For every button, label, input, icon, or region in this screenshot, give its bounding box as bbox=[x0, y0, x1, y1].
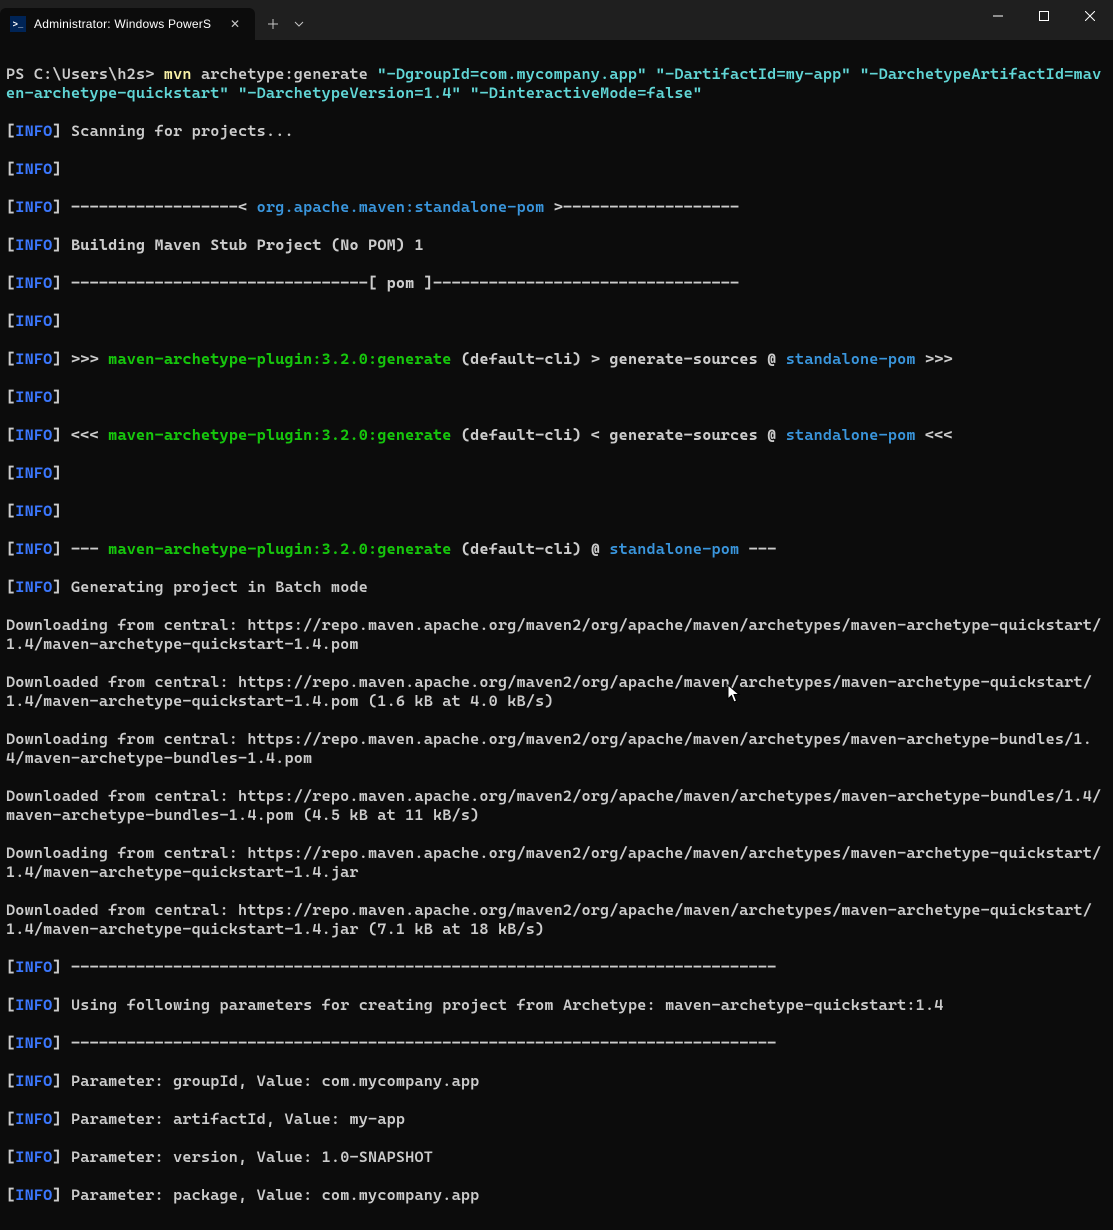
output-line: [INFO] >>> maven-archetype-plugin:3.2.0:… bbox=[6, 350, 1107, 369]
active-tab[interactable]: >_ Administrator: Windows PowerS ✕ bbox=[0, 8, 255, 40]
output-line: [INFO] ---------------------------------… bbox=[6, 958, 1107, 977]
output-line: [INFO] <<< maven-archetype-plugin:3.2.0:… bbox=[6, 426, 1107, 445]
output-line: [INFO] bbox=[6, 388, 1107, 407]
window-controls bbox=[975, 0, 1113, 32]
output-line: [INFO] --------------------------------[… bbox=[6, 274, 1107, 293]
output-line: [INFO] Generating project in Batch mode bbox=[6, 578, 1107, 597]
output-line: Downloaded from central: https://repo.ma… bbox=[6, 787, 1107, 825]
output-line: Downloading from central: https://repo.m… bbox=[6, 730, 1107, 768]
output-line: Downloaded from central: https://repo.ma… bbox=[6, 673, 1107, 711]
terminal-output[interactable]: PS C:\Users\h2s> mvn archetype:generate … bbox=[0, 40, 1113, 1230]
powershell-icon: >_ bbox=[10, 16, 26, 32]
output-line: Downloading from central: https://repo.m… bbox=[6, 616, 1107, 654]
output-line: [INFO] Parameter: groupId, Value: com.my… bbox=[6, 1072, 1107, 1091]
output-line: Downloading from central: https://repo.m… bbox=[6, 844, 1107, 882]
output-line: [INFO] bbox=[6, 464, 1107, 483]
output-line: [INFO] Building Maven Stub Project (No P… bbox=[6, 236, 1107, 255]
output-line: [INFO] ---------------------------------… bbox=[6, 1034, 1107, 1053]
tab-actions bbox=[255, 8, 311, 40]
output-line: [INFO] Parameter: artifactId, Value: my-… bbox=[6, 1110, 1107, 1129]
command-line: PS C:\Users\h2s> mvn archetype:generate … bbox=[6, 65, 1107, 103]
titlebar: >_ Administrator: Windows PowerS ✕ bbox=[0, 0, 1113, 40]
output-line: [INFO] ------------------< org.apache.ma… bbox=[6, 198, 1107, 217]
output-line: [INFO] bbox=[6, 160, 1107, 179]
tab-title: Administrator: Windows PowerS bbox=[34, 15, 211, 34]
close-window-button[interactable] bbox=[1067, 0, 1113, 32]
output-line: [INFO] --- maven-archetype-plugin:3.2.0:… bbox=[6, 540, 1107, 559]
output-line: [INFO] Using following parameters for cr… bbox=[6, 996, 1107, 1015]
output-line: [INFO] bbox=[6, 502, 1107, 521]
output-line: [INFO] bbox=[6, 312, 1107, 331]
tab-dropdown-button[interactable] bbox=[287, 12, 311, 36]
output-line: [INFO] Scanning for projects... bbox=[6, 122, 1107, 141]
output-line: [INFO] Parameter: package, Value: com.my… bbox=[6, 1186, 1107, 1205]
output-line: Downloaded from central: https://repo.ma… bbox=[6, 901, 1107, 939]
maximize-button[interactable] bbox=[1021, 0, 1067, 32]
close-tab-button[interactable]: ✕ bbox=[223, 12, 247, 36]
new-tab-button[interactable] bbox=[261, 12, 285, 36]
output-line: [INFO] Parameter: version, Value: 1.0-SN… bbox=[6, 1148, 1107, 1167]
minimize-button[interactable] bbox=[975, 0, 1021, 32]
